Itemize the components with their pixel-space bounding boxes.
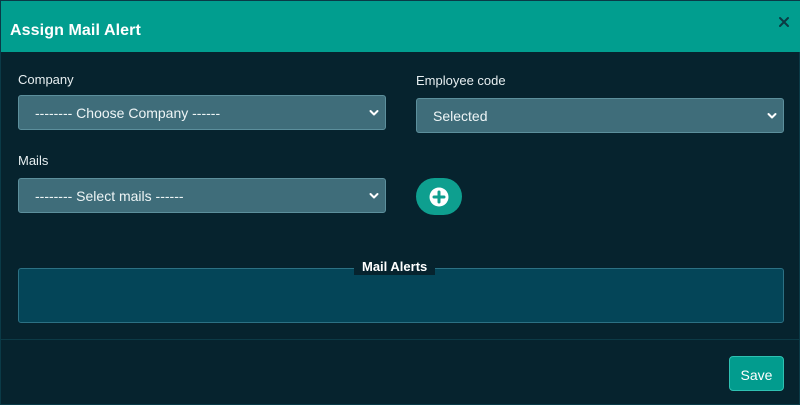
modal-header: Assign Mail Alert [1,1,800,52]
mails-label: Mails [18,153,49,168]
save-button-label: Save [740,367,773,383]
mails-select[interactable]: -------- Select mails ------ [18,178,386,213]
modal-title: Assign Mail Alert [10,22,141,39]
save-button[interactable]: Save [729,356,784,391]
footer-divider [1,339,800,340]
chevron-down-icon [369,193,379,199]
mail-alerts-fieldset [18,268,784,323]
company-select-value: -------- Choose Company ------ [35,105,221,121]
close-icon[interactable] [777,15,791,29]
employee-code-label: Employee code [416,73,506,88]
add-mail-button[interactable] [416,178,462,215]
plus-circle-icon [429,187,449,207]
company-label: Company [18,72,74,87]
mail-alerts-legend: Mail Alerts [354,259,436,275]
employee-code-select[interactable]: Selected [416,98,784,133]
company-select[interactable]: -------- Choose Company ------ [18,95,386,130]
chevron-down-icon [369,110,379,116]
mails-select-value: -------- Select mails ------ [35,188,184,204]
assign-mail-alert-modal: Assign Mail Alert Company -------- Choos… [0,0,800,405]
chevron-down-icon [767,113,777,119]
employee-code-select-value: Selected [433,108,488,124]
